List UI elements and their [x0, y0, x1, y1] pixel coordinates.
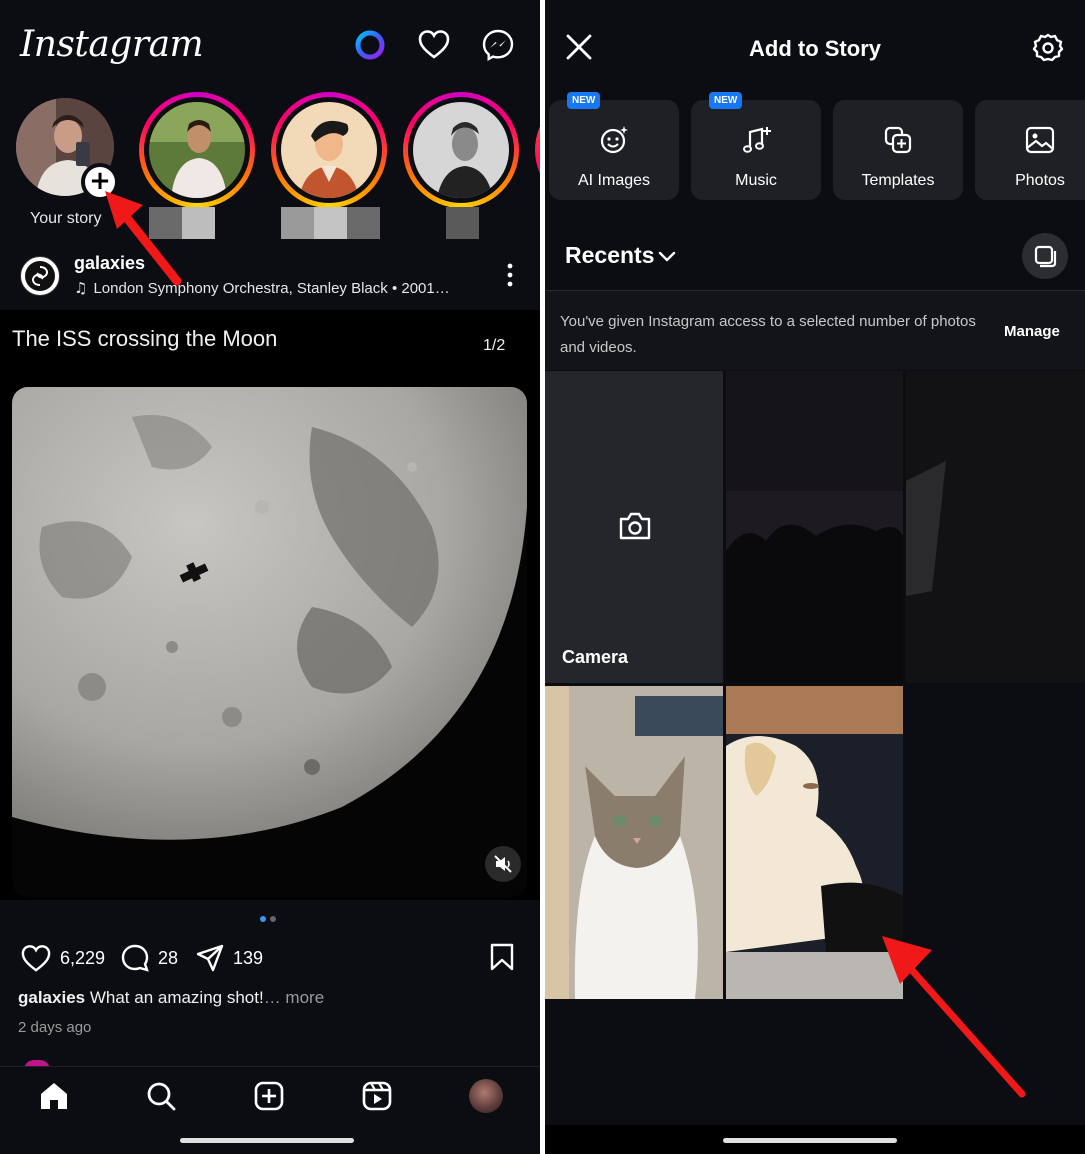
post-timestamp: 2 days ago — [18, 1019, 92, 1036]
galaxy-logo-icon — [31, 266, 49, 286]
home-indicator — [180, 1138, 354, 1143]
access-message: You've given Instagram access to a selec… — [560, 313, 976, 356]
post-username[interactable]: galaxies — [74, 253, 145, 274]
music-track-text: London Symphony Orchestra, Stanley Black… — [93, 280, 450, 297]
heart-icon — [21, 945, 51, 972]
caption-username[interactable]: galaxies — [18, 988, 85, 1007]
story-avatar — [413, 102, 509, 198]
ai-images-icon — [600, 126, 628, 154]
instagram-logo[interactable]: Instagram — [20, 24, 204, 65]
create-icon[interactable] — [252, 1079, 286, 1113]
share-button[interactable]: 139 — [195, 942, 263, 974]
gallery-thumbnail-cat[interactable] — [545, 686, 723, 999]
post-caption[interactable]: galaxies What an amazing shot!… more — [18, 988, 324, 1008]
post-title: The ISS crossing the Moon — [12, 326, 278, 351]
home-indicator — [723, 1138, 897, 1143]
caption-text: What an amazing shot! — [85, 988, 264, 1007]
post-music-info[interactable]: ♫ London Symphony Orchestra, Stanley Blac… — [74, 279, 450, 297]
comment-count: 28 — [158, 947, 179, 968]
heart-icon[interactable] — [417, 28, 451, 62]
carousel-dots — [260, 916, 276, 922]
story-username-redacted — [149, 207, 215, 239]
music-icon — [743, 127, 771, 153]
search-icon[interactable] — [144, 1079, 178, 1113]
add-to-story-screen: Add to Story NEW AI Images NEW Music Tem… — [545, 0, 1085, 1154]
music-note-icon: ♫ — [74, 279, 88, 297]
add-story-button[interactable]: + — [81, 163, 119, 201]
carousel-page-indicator: 1/2 — [483, 337, 506, 354]
post-image-moon[interactable] — [12, 387, 527, 897]
tile-ai-images[interactable]: NEW AI Images — [549, 92, 679, 200]
gallery-thumbnail[interactable] — [726, 371, 903, 683]
tile-label: Photos — [1015, 172, 1065, 189]
gallery-thumbnail[interactable] — [906, 371, 1085, 683]
tile-templates[interactable]: Templates — [833, 100, 963, 200]
like-count: 6,229 — [60, 947, 106, 968]
share-count: 139 — [233, 947, 264, 968]
camera-cell[interactable]: Camera — [545, 371, 723, 683]
post-author-avatar[interactable] — [20, 256, 60, 296]
story-avatar — [281, 102, 377, 198]
photos-icon — [1025, 126, 1055, 154]
manage-button[interactable]: Manage — [1004, 323, 1060, 340]
comment-button[interactable]: 28 — [120, 942, 178, 974]
reels-icon[interactable] — [360, 1079, 394, 1113]
gear-icon[interactable] — [1032, 32, 1064, 64]
new-badge: NEW — [567, 92, 601, 109]
caption-more-link[interactable]: … more — [264, 988, 324, 1007]
limited-access-banner: You've given Instagram access to a selec… — [545, 290, 1085, 370]
tile-label: Templates — [861, 172, 935, 189]
instagram-feed-screen: Instagram + Your story galaxies ♫ London… — [0, 0, 540, 1154]
speaker-muted-icon — [494, 855, 512, 873]
camera-icon — [619, 512, 651, 540]
select-multiple-button[interactable] — [1022, 233, 1068, 279]
camera-label: Camera — [562, 647, 629, 667]
your-story-label: Your story — [30, 210, 102, 227]
chevron-down-icon[interactable] — [657, 246, 677, 266]
like-button[interactable]: 6,229 — [20, 942, 105, 974]
mute-button[interactable] — [485, 846, 521, 882]
post-actions: 6,229 28 139 — [0, 936, 540, 980]
story-tools-row: NEW AI Images NEW Music Templates Photos — [549, 92, 1085, 200]
comment-icon — [121, 944, 149, 972]
story-username-redacted — [281, 207, 380, 239]
story-item-partial[interactable] — [535, 92, 540, 208]
tile-label: Music — [735, 172, 777, 189]
more-options-icon[interactable] — [500, 262, 520, 288]
story-avatar — [149, 102, 245, 198]
tile-photos[interactable]: Photos — [975, 100, 1085, 200]
gallery-thumbnail-dog[interactable] — [726, 686, 903, 999]
screen-title: Add to Story — [749, 36, 881, 61]
bookmark-icon[interactable] — [488, 942, 516, 972]
post-header: galaxies ♫ London Symphony Orchestra, Sta… — [0, 248, 540, 308]
profile-avatar[interactable] — [469, 1079, 503, 1113]
send-icon — [196, 944, 224, 972]
tile-music[interactable]: NEW Music — [691, 92, 821, 200]
new-badge: NEW — [709, 92, 743, 109]
story-username-redacted — [446, 207, 479, 239]
messenger-icon[interactable] — [481, 28, 515, 62]
recents-dropdown[interactable]: Recents — [565, 242, 654, 269]
tile-label: AI Images — [577, 172, 651, 189]
templates-icon — [884, 126, 912, 154]
meta-ai-icon[interactable] — [353, 28, 387, 62]
multi-select-icon — [1034, 245, 1057, 268]
feed-header: Instagram — [0, 0, 540, 90]
home-icon[interactable] — [37, 1079, 71, 1113]
